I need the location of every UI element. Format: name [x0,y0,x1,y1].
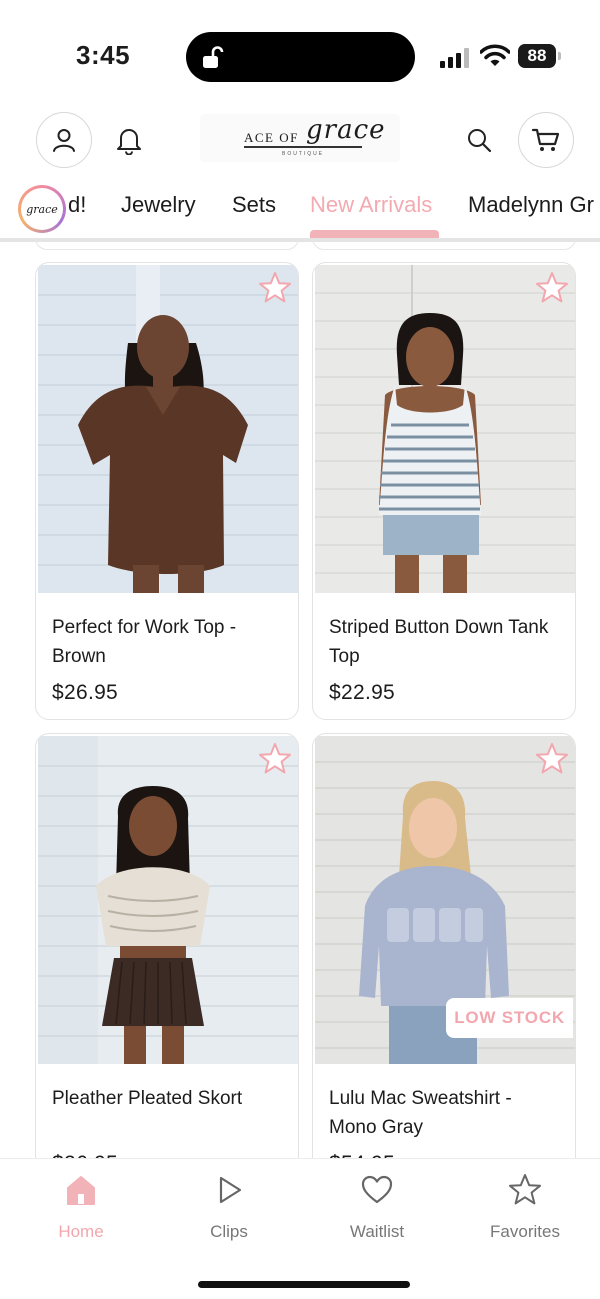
product-card[interactable]: Striped Button Down Tank Top $22.95 [312,262,576,720]
cellular-signal-icon [440,48,469,68]
nav-waitlist-label: Waitlist [349,1222,405,1241]
product-photo[interactable] [38,736,298,1064]
favorite-star-icon[interactable] [258,742,292,776]
heart-icon [361,1175,393,1204]
bell-icon [117,129,141,155]
store-badge-text: grace [21,188,63,230]
product-info: Perfect for Work Top - Brown $26.95 [52,613,284,705]
search-icon [468,129,492,153]
nav-favorites[interactable]: Favorites [470,1173,580,1242]
product-card[interactable]: Pleather Pleated Skort $26.95 [35,733,299,1193]
product-name: Striped Button Down Tank Top [329,617,549,667]
favorite-star-icon[interactable] [535,271,569,305]
search-button[interactable] [462,123,496,157]
battery-level: 88 [518,44,556,68]
product-price: $26.95 [52,681,119,704]
logo-script: grace [306,115,386,145]
bottom-tab-bar: Home Clips Waitlist Favorites [0,1158,600,1299]
tab-jewelry[interactable]: Jewelry [121,192,196,218]
star-icon [509,1174,541,1205]
account-button[interactable] [36,112,92,168]
category-tabs: d! Jewelry Sets New Arrivals Madelynn Gr [0,178,600,242]
dynamic-island [186,32,415,82]
nav-home-label: Home [58,1222,104,1241]
status-time: 3:45 [76,40,131,70]
product-info: Striped Button Down Tank Top $22.95 [329,613,561,705]
nav-favorites-label: Favorites [490,1222,560,1241]
logo-subtext: BOUTIQUE [282,151,325,157]
product-name: Pleather Pleated Skort [52,1088,243,1109]
product-name: Perfect for Work Top - Brown [52,617,237,667]
nav-clips-label: Clips [210,1222,248,1241]
play-icon [219,1176,242,1204]
home-indicator[interactable] [198,1281,410,1288]
battery-indicator: 88 [518,44,562,68]
active-tab-indicator [310,230,439,238]
tab-sale[interactable]: d! [68,192,86,218]
brand-logo[interactable]: ACE OF grace BOUTIQUE [200,114,400,162]
product-price: $22.95 [329,681,396,704]
nav-home[interactable]: Home [26,1173,136,1242]
status-bar: 3:45 88 [0,0,600,100]
logo-text: ACE OF [244,130,299,145]
home-icon [67,1176,95,1205]
product-photo[interactable] [315,265,575,593]
cart-button[interactable] [518,112,574,168]
product-card[interactable]: Perfect for Work Top - Brown $26.95 [35,262,299,720]
account-icon [53,129,75,152]
tab-new-arrivals[interactable]: New Arrivals [310,192,432,218]
unlocked-lock-icon [203,46,224,68]
cart-icon [531,128,560,151]
nav-clips[interactable]: Clips [174,1173,284,1242]
product-name: Lulu Mac Sweatshirt - Mono Gray [329,1088,512,1138]
store-badge[interactable]: grace [18,185,66,233]
favorite-star-icon[interactable] [258,271,292,305]
wifi-icon [480,44,510,66]
product-card[interactable]: LOW STOCK Lulu Mac Sweatshirt - Mono Gra… [312,733,576,1193]
tab-madelynn[interactable]: Madelynn Gr [468,192,594,218]
app-header: ACE OF grace BOUTIQUE [0,100,600,176]
tab-sets[interactable]: Sets [232,192,276,218]
product-photo[interactable] [38,265,298,593]
notifications-button[interactable] [112,123,146,157]
favorite-star-icon[interactable] [535,742,569,776]
low-stock-badge: LOW STOCK [446,998,573,1038]
nav-waitlist[interactable]: Waitlist [322,1173,432,1242]
previous-card-edge [312,238,576,250]
previous-card-edge [35,238,299,250]
